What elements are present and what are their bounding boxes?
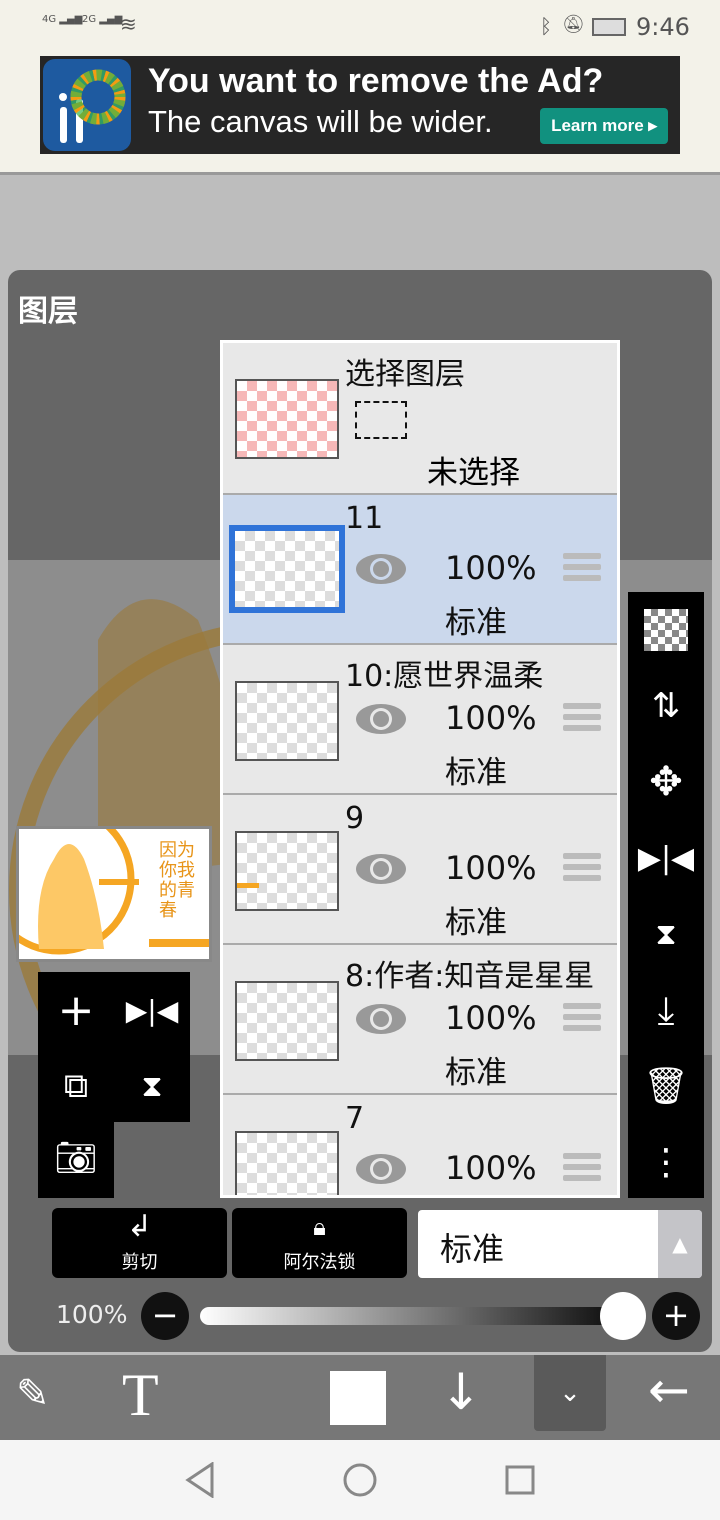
visibility-eye-icon[interactable]: [355, 1153, 407, 1185]
layer-name: 10:愿世界温柔: [345, 659, 544, 694]
layer-row[interactable]: 11 100% 标准: [223, 495, 617, 645]
selection-status: 未选择: [427, 455, 520, 491]
nav-home-icon[interactable]: [342, 1462, 378, 1498]
opacity-decrease-button[interactable]: −: [141, 1292, 189, 1340]
flip-canvas-vertical-icon[interactable]: ⧗: [114, 1048, 190, 1124]
collapse-panel-button[interactable]: ⌄: [534, 1355, 606, 1431]
layer-thumbnail: [235, 681, 339, 761]
blend-mode-value: 标准: [440, 1230, 505, 1268]
triangle-up-icon[interactable]: ▲: [658, 1210, 702, 1278]
thumbnail-title: 因为你我的青春: [159, 840, 195, 921]
drag-handle-icon[interactable]: [563, 1153, 601, 1186]
layer-opacity: 100%: [445, 849, 537, 887]
clock: 9:46: [636, 13, 690, 41]
bottom-toolbar: ✎ T ↓ ⌄ ←: [0, 1355, 720, 1440]
drag-handle-icon[interactable]: [563, 553, 601, 586]
battery-icon: [592, 18, 626, 36]
layer-opacity: 100%: [445, 699, 537, 737]
more-options-icon[interactable]: ⋮: [628, 1124, 704, 1200]
layer-opacity: 100%: [445, 999, 537, 1037]
layer-name: 11: [345, 501, 384, 536]
layer-name: 9: [345, 801, 365, 836]
merge-down-icon[interactable]: ⤓: [628, 972, 704, 1048]
drag-handle-icon[interactable]: [563, 1003, 601, 1036]
layer-opacity: 100%: [445, 1149, 537, 1187]
mute-icon: 🔕︎: [562, 14, 585, 35]
flip-vertical-icon[interactable]: ⧗: [628, 896, 704, 972]
opacity-slider[interactable]: [200, 1307, 640, 1325]
transparent-fill-icon[interactable]: [628, 592, 704, 668]
swap-layers-icon[interactable]: ⇅: [628, 668, 704, 744]
status-bar: 4G ▂▄▆ 2G ▂▄▆ ≋ ᛒ 🔕︎ 9:46: [0, 0, 720, 55]
layer-thumbnail: [235, 1131, 339, 1195]
camera-tool: 📷︎: [38, 1120, 114, 1198]
ibis-paint-logo: [43, 59, 131, 151]
selection-layer-title: 选择图层: [345, 357, 465, 392]
ad-subtitle: The canvas will be wider.: [148, 104, 493, 139]
drag-handle-icon[interactable]: [563, 703, 601, 736]
flip-horizontal-icon[interactable]: ▶|◀: [628, 820, 704, 896]
layer-list[interactable]: 选择图层 未选择 11 100% 标准 10:愿世界温柔 100% 标准 9 1…: [220, 340, 620, 1198]
bluetooth-icon: ᛒ: [540, 14, 552, 38]
layer-name: 7: [345, 1101, 365, 1136]
opacity-slider-knob[interactable]: [600, 1292, 646, 1340]
system-nav-bar: [0, 1440, 720, 1520]
selection-thumbnail: [235, 379, 339, 459]
layer-thumbnail: [229, 525, 345, 613]
wifi-icon: ≋: [120, 12, 137, 36]
nav-recents-icon[interactable]: [504, 1464, 536, 1496]
signal-2g-icon: 2G ▂▄▆: [82, 14, 123, 25]
selection-layer-row[interactable]: 选择图层 未选择: [223, 343, 617, 495]
delete-trash-icon[interactable]: 🗑︎: [628, 1048, 704, 1124]
flip-canvas-horizontal-icon[interactable]: ▶|◀: [114, 972, 190, 1048]
visibility-eye-icon[interactable]: [355, 553, 407, 585]
alpha-lock-label: 阿尔法锁: [283, 1252, 356, 1273]
nav-back-icon[interactable]: [184, 1462, 216, 1498]
drag-handle-icon[interactable]: [563, 853, 601, 886]
layer-blend: 标准: [445, 905, 507, 941]
move-icon[interactable]: ✥: [628, 744, 704, 820]
arrow-down-icon[interactable]: ↓: [440, 1363, 482, 1421]
clip-arrow-icon: ↲: [126, 1209, 153, 1244]
layer-thumbnail: [235, 981, 339, 1061]
canvas-tools-toolbar: + ▶|◀ ⧉ ⧗: [38, 972, 190, 1122]
layer-row[interactable]: 8:作者:知音是星星 100% 标准: [223, 945, 617, 1095]
visibility-eye-icon[interactable]: [355, 1003, 407, 1035]
color-swatch[interactable]: [330, 1371, 386, 1425]
opacity-increase-button[interactable]: +: [652, 1292, 700, 1340]
panel-title: 图层: [18, 294, 78, 329]
layer-row[interactable]: 7 100%: [223, 1095, 617, 1195]
ad-title: You want to remove the Ad?: [148, 62, 604, 100]
layer-blend: 标准: [445, 1055, 507, 1091]
canvas-thumbnail[interactable]: 因为你我的青春: [16, 826, 212, 962]
layer-row[interactable]: 9 100% 标准: [223, 795, 617, 945]
opacity-label: 100%: [56, 1300, 128, 1329]
back-arrow-icon[interactable]: ←: [648, 1361, 690, 1419]
signal-4g-icon: 4G ▂▄▆: [42, 14, 83, 25]
visibility-eye-icon[interactable]: [355, 703, 407, 735]
blend-mode-select[interactable]: 标准 ▲: [418, 1210, 702, 1278]
layer-tools-toolbar: ⇅ ✥ ▶|◀ ⧗ ⤓ 🗑︎ ⋮: [628, 592, 704, 1198]
layer-opacity: 100%: [445, 549, 537, 587]
layer-blend: 标准: [445, 605, 507, 641]
text-tool-icon[interactable]: T: [122, 1361, 159, 1430]
ad-banner[interactable]: You want to remove the Ad? The canvas wi…: [40, 56, 680, 154]
camera-icon[interactable]: 📷︎: [38, 1120, 114, 1196]
duplicate-layer-icon[interactable]: ⧉: [38, 1048, 114, 1124]
clipping-label: 剪切: [121, 1252, 158, 1273]
learn-more-button[interactable]: Learn more ▸: [540, 108, 668, 144]
layer-row[interactable]: 10:愿世界温柔 100% 标准: [223, 645, 617, 795]
layer-name: 8:作者:知音是星星: [345, 959, 595, 994]
layer-thumbnail: [235, 831, 339, 911]
brush-eraser-swap-icon[interactable]: ✎: [16, 1371, 50, 1417]
alpha-lock-button[interactable]: 🔒︎ 阿尔法锁: [232, 1208, 407, 1278]
visibility-eye-icon[interactable]: [355, 853, 407, 885]
selection-marquee-icon: [355, 401, 407, 439]
alpha-lock-icon: 🔒︎: [313, 1213, 326, 1241]
add-layer-icon[interactable]: +: [38, 972, 114, 1048]
clipping-button[interactable]: ↲ 剪切: [52, 1208, 227, 1278]
layer-blend: 标准: [445, 755, 507, 791]
